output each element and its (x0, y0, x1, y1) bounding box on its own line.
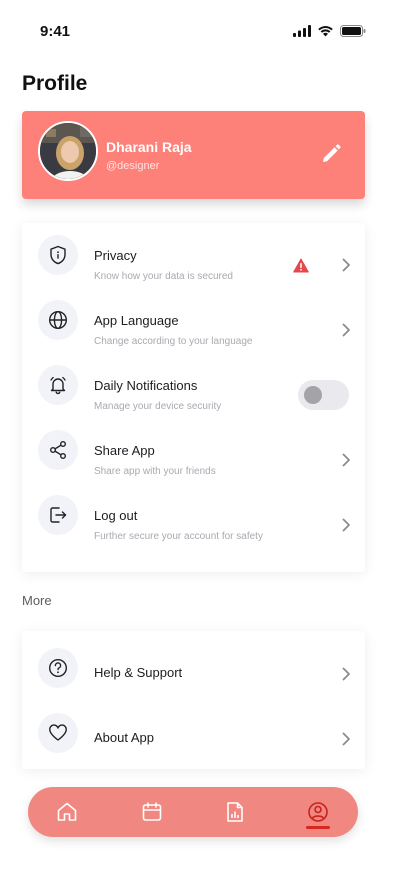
report-icon[interactable] (223, 800, 247, 824)
cellular-signal-icon (293, 25, 311, 37)
settings-item-title: Privacy (94, 248, 137, 263)
chevron-right-icon (342, 518, 350, 532)
notifications-toggle[interactable] (298, 380, 349, 410)
globe-icon (38, 300, 78, 340)
profile-handle: @designer (106, 160, 160, 172)
pencil-icon[interactable] (319, 142, 343, 166)
settings-item-title: Log out (94, 508, 138, 523)
more-list: Help & Support About App (22, 631, 365, 769)
logout-icon (38, 495, 78, 535)
profile-card[interactable]: Dharani Raja @designer (22, 111, 365, 199)
settings-list: Privacy Know how your data is secured Ap… (22, 223, 365, 572)
settings-item-subtitle: Know how your data is secured (94, 271, 233, 282)
chevron-right-icon (342, 732, 350, 746)
settings-item-privacy[interactable]: Privacy Know how your data is secured (22, 223, 365, 288)
settings-item-app-language[interactable]: App Language Change according to your la… (22, 288, 365, 353)
section-label-more: More (22, 593, 52, 608)
more-item-title: Help & Support (94, 665, 183, 680)
chevron-right-icon (342, 323, 350, 337)
status-time: 9:41 (40, 23, 71, 40)
settings-item-log-out[interactable]: Log out Further secure your account for … (22, 483, 365, 548)
settings-item-title: App Language (94, 313, 179, 328)
more-item-about-app[interactable]: About App (22, 701, 365, 766)
home-icon[interactable] (55, 800, 79, 824)
page-title: Profile (22, 72, 88, 95)
toggle-knob (304, 386, 322, 404)
chevron-right-icon (342, 667, 350, 681)
settings-item-title: Daily Notifications (94, 378, 198, 393)
calendar-icon[interactable] (140, 800, 164, 824)
more-item-help-support[interactable]: Help & Support (22, 636, 365, 701)
settings-item-share-app[interactable]: Share App Share app with your friends (22, 418, 365, 483)
chevron-right-icon (342, 258, 350, 272)
bell-icon (38, 365, 78, 405)
active-tab-indicator (306, 826, 330, 829)
settings-item-subtitle: Share app with your friends (94, 466, 216, 477)
wifi-icon (318, 26, 333, 37)
profile-name: Dharani Raja (106, 139, 192, 155)
bottom-nav (28, 787, 358, 837)
question-icon (38, 648, 78, 688)
settings-item-subtitle: Further secure your account for safety (94, 531, 263, 542)
profile-icon[interactable] (306, 800, 330, 824)
shield-icon (38, 235, 78, 275)
share-icon (38, 430, 78, 470)
heart-icon (38, 713, 78, 753)
status-bar: 9:41 (0, 0, 402, 56)
avatar[interactable] (38, 121, 98, 181)
warning-icon (293, 258, 309, 273)
chevron-right-icon (342, 453, 350, 467)
settings-item-title: Share App (94, 443, 155, 458)
status-icons (293, 25, 366, 37)
more-item-title: About App (94, 730, 154, 745)
settings-item-subtitle: Manage your device security (94, 401, 222, 412)
battery-icon (340, 25, 366, 37)
settings-item-subtitle: Change according to your language (94, 336, 253, 347)
